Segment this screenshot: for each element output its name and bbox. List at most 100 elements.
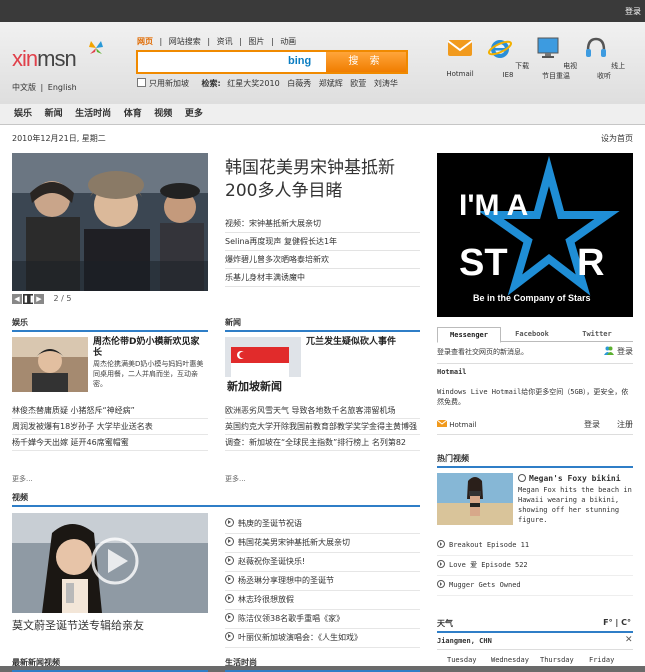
hot-video-link[interactable]: Breakout Episode 11 — [437, 536, 633, 556]
hotmail-link[interactable]: Hotmail — [436, 419, 477, 429]
hotmail-shortcut[interactable]: Hotmail — [438, 36, 482, 78]
star-ad-graphic: I'M A ST R Be in the Company of Stars — [437, 153, 633, 317]
messenger-desc: 登录查看社交网页的新消息。 — [437, 348, 528, 356]
top-bar: 登录 — [0, 0, 645, 22]
nav-sports[interactable]: 体育 — [119, 104, 147, 124]
section-header-hot-video[interactable]: 热门视频 — [437, 453, 633, 468]
ent-more-link[interactable]: 更多... — [12, 474, 33, 484]
tab-facebook[interactable]: Facebook — [501, 327, 563, 341]
messenger-login[interactable]: 登录 — [604, 346, 633, 357]
video-link[interactable]: 韩庚的圣诞节祝语 — [225, 515, 420, 534]
video-link[interactable]: 韩国花美男宋钟基抵新大展亲切 — [225, 534, 420, 553]
tab-divider: | — [239, 37, 242, 46]
headline-link[interactable]: Selina再度现声 复健假长达1年 — [225, 233, 420, 251]
hot-video-link[interactable]: Love 爱 Episode 522 — [437, 556, 633, 576]
close-icon[interactable]: ✕ — [625, 635, 633, 645]
hotmail-envelope-icon — [436, 419, 448, 427]
set-homepage-link[interactable]: 设为首页 — [601, 133, 633, 144]
tab-messenger[interactable]: Messenger — [437, 327, 501, 343]
next-slide-button[interactable]: ▶ — [34, 294, 44, 304]
hot-term[interactable]: 欧萱 — [350, 79, 366, 88]
video-link[interactable]: 叶丽仪新加坡演唱会：《人生如戏》 — [225, 629, 420, 648]
news-feature-title[interactable]: 兀兰发生疑似砍人事件 — [306, 337, 420, 348]
prev-slide-button[interactable]: ◀ — [12, 294, 22, 304]
messenger-buddy-icon — [604, 346, 615, 355]
tv-label: 电视节目重温 — [542, 62, 578, 80]
hot-term[interactable]: 白薇秀 — [287, 79, 311, 88]
video-link[interactable]: 杨丞琳分享理想中的圣诞节 — [225, 572, 420, 591]
nav-video[interactable]: 视频 — [149, 104, 177, 124]
ad-text-line3: R — [577, 242, 604, 284]
video-link[interactable]: 陈洁仪领38名歌手重唱《家》 — [225, 610, 420, 629]
nav-news[interactable]: 新闻 — [40, 104, 68, 124]
top-login-link[interactable]: 登录 — [625, 6, 641, 17]
news-thumbnail[interactable]: 新加坡新闻 — [225, 337, 301, 392]
tab-twitter[interactable]: Twitter — [565, 327, 629, 341]
ie8-shortcut[interactable]: 下载IE8 — [486, 36, 530, 79]
headline-link[interactable]: 视频：宋钟基抵新大展亲切 — [225, 215, 420, 233]
hot-term[interactable]: 红星大奖2010 — [227, 79, 279, 88]
ent-thumbnail[interactable] — [12, 337, 88, 392]
radio-shortcut[interactable]: 线上收听 — [582, 36, 626, 81]
news-link[interactable]: 欧洲恶劣风雪天气 导致各地数千名旅客滞留机场 — [225, 403, 420, 419]
video-link[interactable]: 林志玲很想放假 — [225, 591, 420, 610]
hot-video-title[interactable]: Megan's Foxy bikini — [518, 474, 621, 484]
pause-slide-button[interactable]: ❚❚ — [23, 294, 35, 304]
section-header-lifestyle[interactable]: 生活时尚 — [225, 657, 420, 672]
section-header-latest-news-video[interactable]: 最新新闻视频 — [12, 657, 208, 672]
search-tab-news[interactable]: 资讯 — [217, 37, 233, 46]
hot-video-link[interactable]: Mugger Gets Owned — [437, 576, 633, 596]
news-more-link[interactable]: 更多... — [225, 474, 246, 484]
video-link[interactable]: 赵薇祝你圣诞快乐! — [225, 553, 420, 572]
section-header-news[interactable]: 新闻 — [225, 317, 420, 332]
hero-photo[interactable] — [12, 153, 208, 291]
ent-feature-title[interactable]: 周杰伦带D奶小模新欢见家长 — [93, 337, 208, 359]
nav-more[interactable]: 更多 — [180, 104, 208, 124]
hotmail-login-link[interactable]: 登录 — [584, 419, 600, 430]
headline-link[interactable]: 乐基儿身材丰满诱魔中 — [225, 269, 420, 287]
msn-logo[interactable]: xinmsn — [12, 41, 103, 72]
main-content: 2010年12月21日, 星期二 设为首页 ◀ ❚❚ ▶ 2 / 5 韩国花美男宋钟… — [0, 125, 645, 672]
singapore-only-checkbox[interactable] — [137, 78, 146, 87]
singapore-only-label: 只用新加坡 — [149, 79, 189, 88]
hot-video-thumbnail[interactable] — [437, 473, 513, 525]
nav-lifestyle[interactable]: 生活时尚 — [70, 104, 116, 124]
star-advertisement[interactable]: I'M A ST R Be in the Company of Stars — [437, 153, 633, 317]
lang-chinese[interactable]: 中文版 — [12, 83, 36, 92]
video-thumbnail[interactable] — [12, 513, 208, 613]
headline-link[interactable]: 爆炸碧儿曾多次晒咯泰培新欢 — [225, 251, 420, 269]
main-headline[interactable]: 韩国花美男宋钟基抵新200多人争目睹 — [225, 157, 425, 203]
hot-video-desc: Megan Fox hits the beach in Hawaii weari… — [518, 486, 632, 524]
play-icon — [225, 537, 234, 546]
nav-entertainment[interactable]: 娱乐 — [0, 104, 37, 124]
ie-icon — [487, 40, 512, 58]
section-header-entertainment[interactable]: 娱乐 — [12, 317, 208, 332]
video-link-text: 韩庚的圣诞节祝语 — [238, 519, 302, 528]
video-caption[interactable]: 莫文蔚圣诞节送专辑给亲友 — [12, 617, 144, 633]
temperature-unit-toggle[interactable]: F° | C° — [603, 618, 631, 627]
ent-link[interactable]: 周润发被爆有18岁孙子 大学毕业送名表 — [12, 419, 208, 435]
ent-link[interactable]: 杨千嬅今天出嫁 延开46席蜜帽蜜 — [12, 435, 208, 451]
search-tab-images[interactable]: 图片 — [248, 37, 264, 46]
language-switch: 中文版 | English — [12, 82, 79, 93]
lang-divider: | — [40, 83, 44, 92]
weather-day: Friday — [589, 656, 615, 664]
news-link[interactable]: 英国约克大学开除我国前教育部教学奖学金得主黄博强 — [225, 419, 420, 435]
hot-term[interactable]: 刘涛华 — [374, 79, 398, 88]
news-link[interactable]: 调查：新加坡在“全球民主指数”排行榜上 名列第82 — [225, 435, 420, 451]
hero-image — [12, 153, 208, 291]
search-tab-animation[interactable]: 动画 — [280, 37, 296, 46]
tv-shortcut[interactable]: 电视节目重温 — [534, 36, 578, 81]
search-input[interactable] — [140, 54, 284, 70]
radio-label: 线上收听 — [597, 62, 626, 80]
ent-link[interactable]: 林俊杰替庸质疑 小猪怒斥“神经病” — [12, 403, 208, 419]
search-button[interactable]: 搜 索 — [326, 52, 406, 72]
lang-english[interactable]: English — [48, 83, 77, 92]
hot-term[interactable]: 郑斌辉 — [319, 79, 343, 88]
section-header-video[interactable]: 视频 — [12, 492, 420, 507]
play-icon — [437, 540, 445, 548]
search-tab-web[interactable]: 网页 — [137, 37, 153, 46]
search-tab-site[interactable]: 网站搜索 — [169, 37, 201, 46]
hotmail-register-link[interactable]: 注册 — [617, 419, 633, 430]
current-date: 2010年12月21日, 星期二 — [12, 134, 106, 143]
